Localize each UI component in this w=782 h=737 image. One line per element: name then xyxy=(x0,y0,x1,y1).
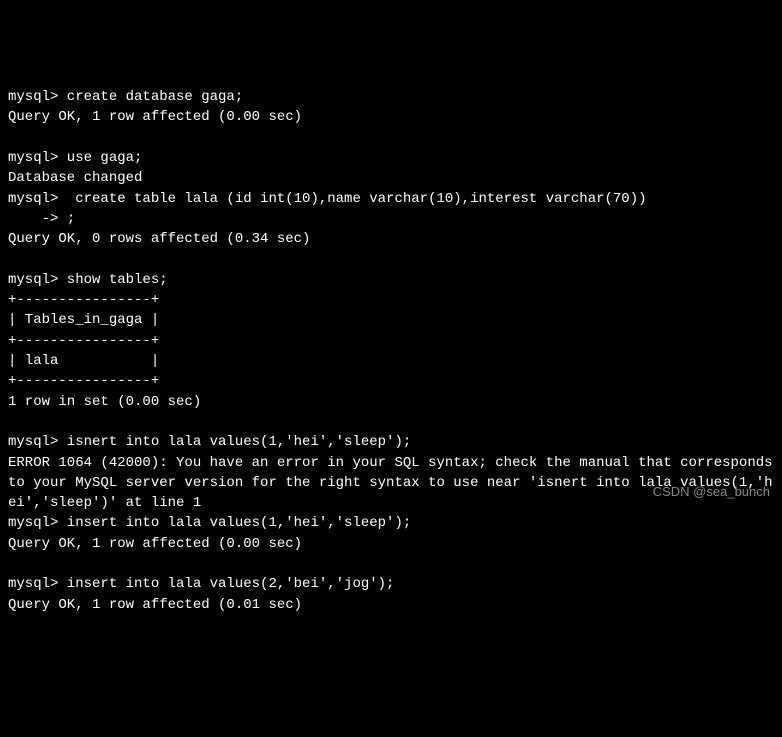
watermark: CSDN @sea_bunch xyxy=(653,483,770,502)
terminal-command-line: mysql> create table lala (id int(10),nam… xyxy=(8,189,774,209)
terminal-command-line: mysql> insert into lala values(2,'bei','… xyxy=(8,574,774,594)
terminal-output-line: Query OK, 0 rows affected (0.34 sec) xyxy=(8,229,774,249)
terminal-command-line: mysql> insert into lala values(1,'hei','… xyxy=(8,513,774,533)
terminal-output-line: +----------------+ xyxy=(8,290,774,310)
terminal-output-line: +----------------+ xyxy=(8,331,774,351)
terminal-output-line: 1 row in set (0.00 sec) xyxy=(8,392,774,412)
terminal-output-line: Query OK, 1 row affected (0.00 sec) xyxy=(8,534,774,554)
terminal-output-line: | Tables_in_gaga | xyxy=(8,310,774,330)
terminal-command-line: mysql> create database gaga; xyxy=(8,87,774,107)
terminal-command-line: mysql> use gaga; xyxy=(8,148,774,168)
terminal-blank-line xyxy=(8,128,774,148)
terminal-output-line: | lala | xyxy=(8,351,774,371)
terminal-output-line: Query OK, 1 row affected (0.00 sec) xyxy=(8,107,774,127)
terminal-command-line: mysql> show tables; xyxy=(8,270,774,290)
terminal-blank-line xyxy=(8,412,774,432)
terminal-command-line: -> ; xyxy=(8,209,774,229)
terminal-command-line: mysql> isnert into lala values(1,'hei','… xyxy=(8,432,774,452)
terminal-output-line: +----------------+ xyxy=(8,371,774,391)
terminal-output[interactable]: mysql> create database gaga;Query OK, 1 … xyxy=(8,87,774,615)
terminal-output-line: Query OK, 1 row affected (0.01 sec) xyxy=(8,595,774,615)
terminal-output-line: Database changed xyxy=(8,168,774,188)
terminal-blank-line xyxy=(8,554,774,574)
terminal-blank-line xyxy=(8,250,774,270)
